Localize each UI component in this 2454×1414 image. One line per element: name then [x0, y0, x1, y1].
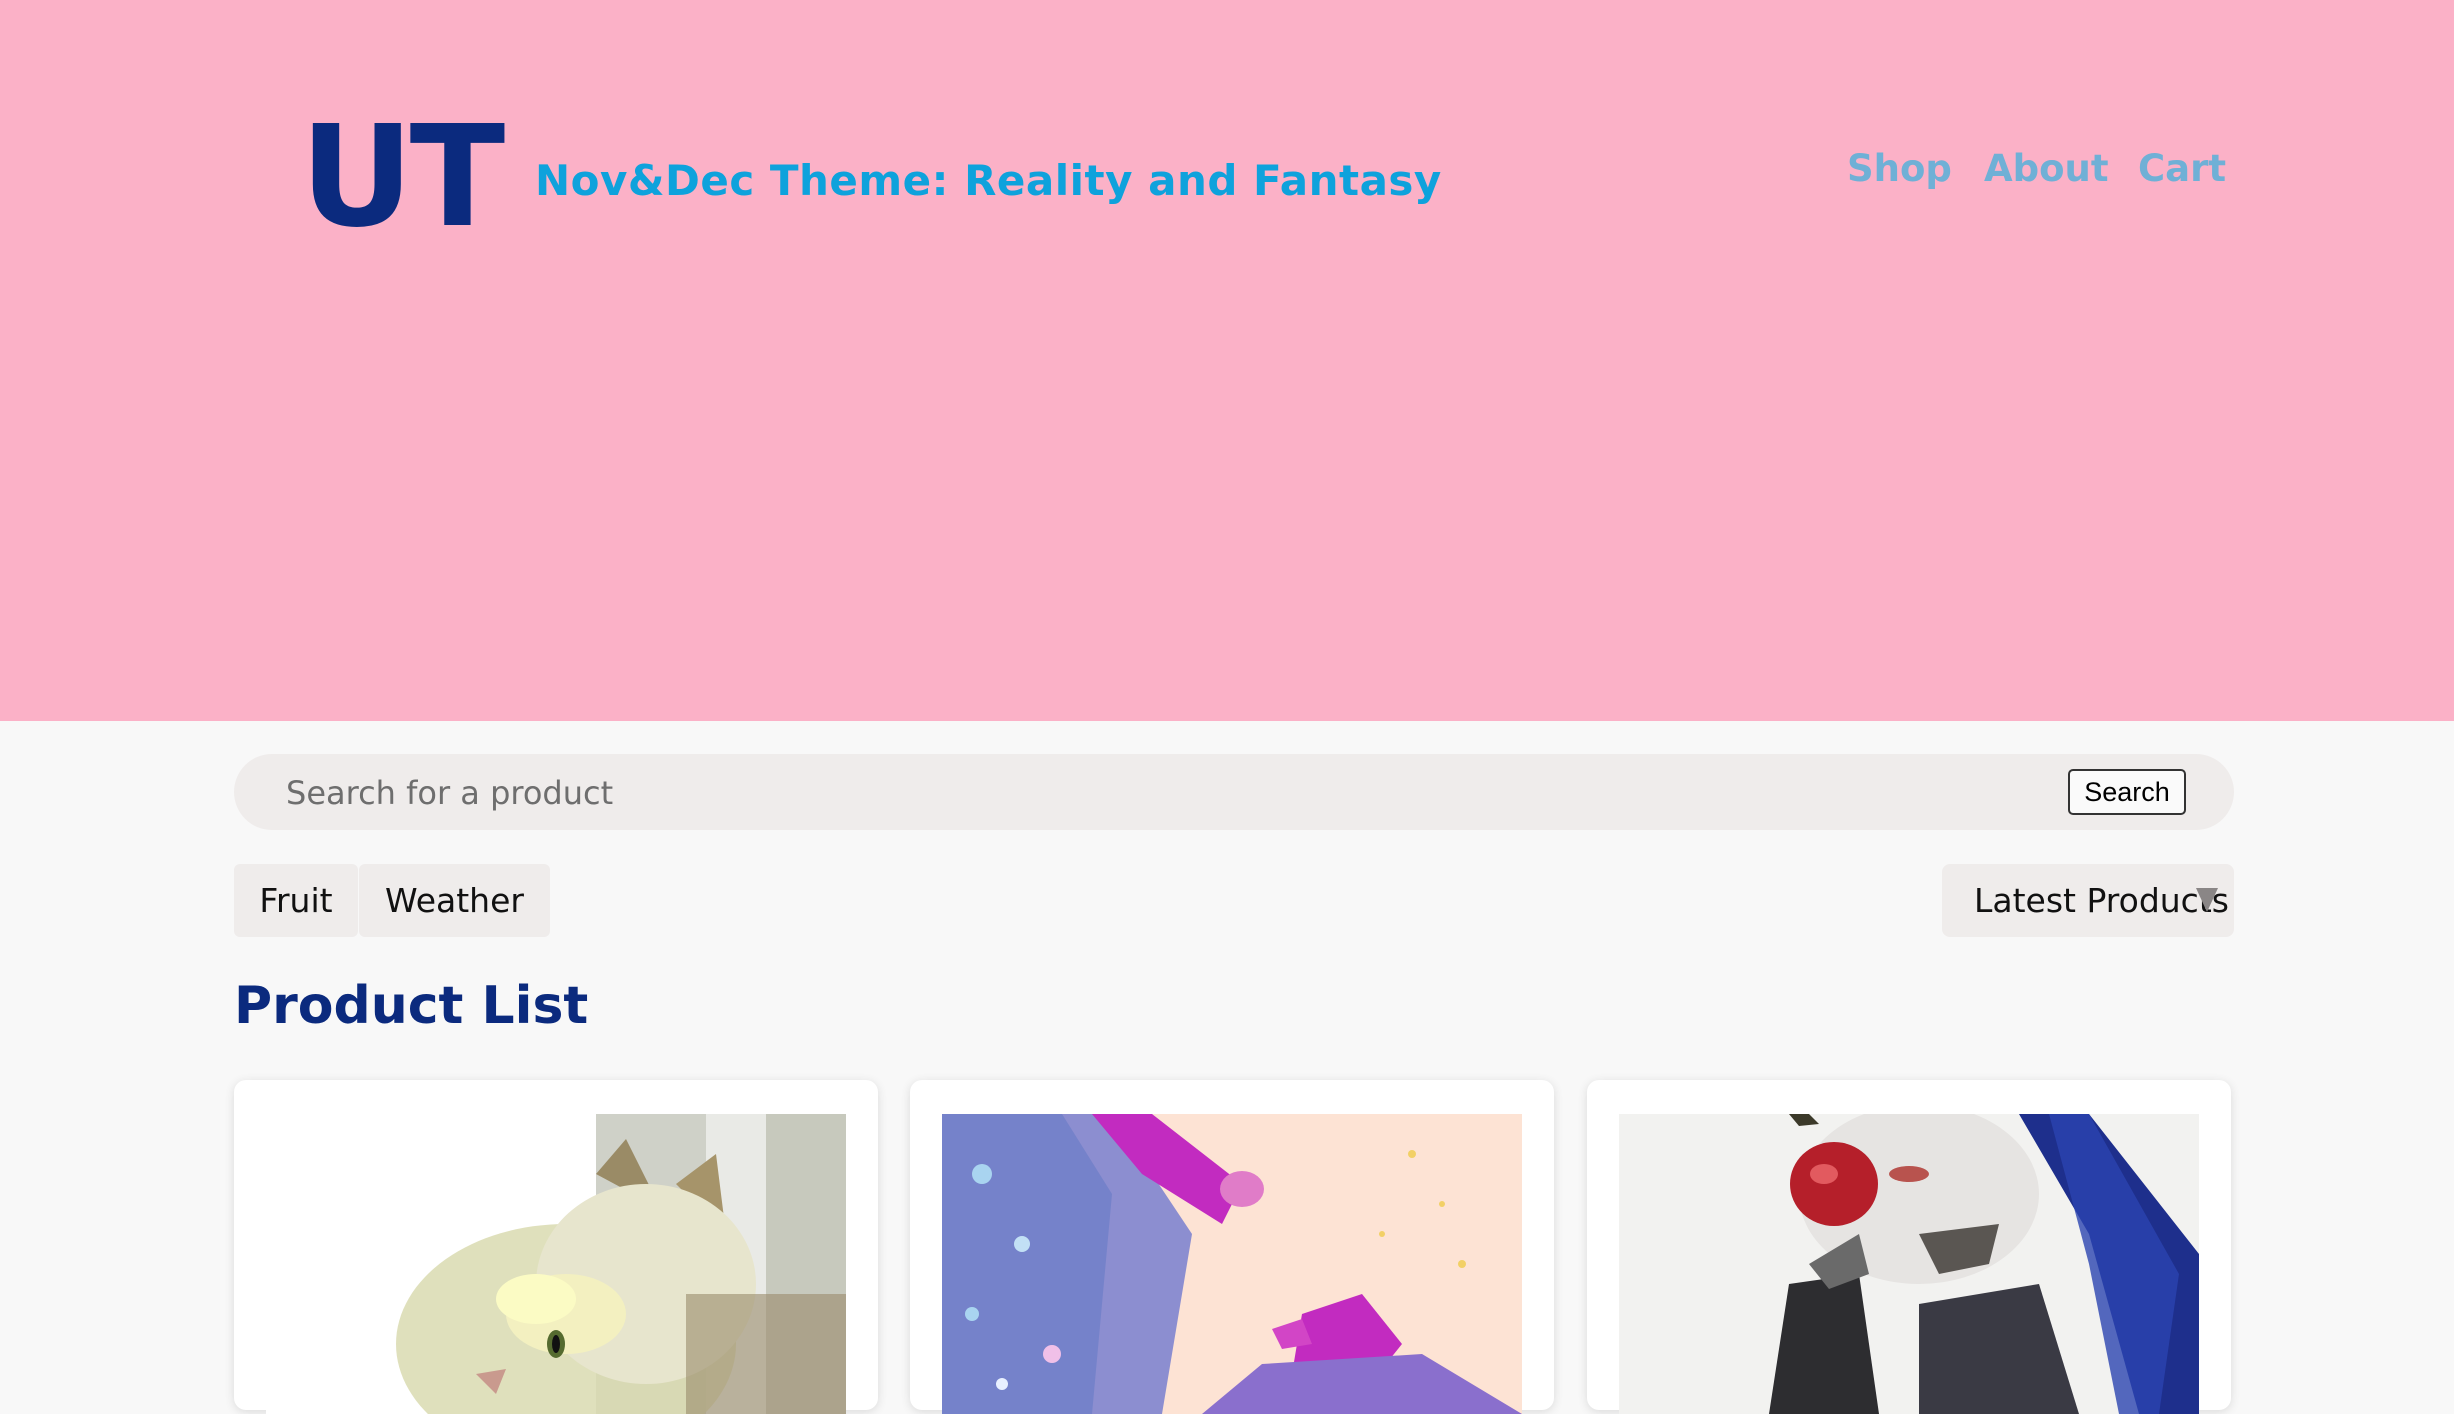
category-chip-weather[interactable]: Weather	[359, 864, 550, 937]
product-list-title: Product List	[234, 976, 589, 1036]
pink-figure-illustration-image	[942, 1114, 1522, 1414]
nav-cart-link[interactable]: Cart	[2138, 150, 2226, 187]
sort-dropdown[interactable]: Latest Products	[1942, 864, 2234, 937]
product-card[interactable]	[234, 1080, 878, 1414]
dropdown-arrow-icon	[2196, 888, 2218, 912]
product-card[interactable]	[1587, 1080, 2231, 1414]
search-button[interactable]: Search	[2068, 769, 2186, 815]
woman-apple-illustration-image	[1619, 1114, 2199, 1414]
search-bar: Search	[234, 754, 2234, 832]
hero-banner: UT Nov&Dec Theme: Reality and Fantasy Sh…	[0, 0, 2454, 721]
sort-selected-label: Latest Products	[1974, 881, 2229, 920]
nav-about-link[interactable]: About	[1984, 150, 2109, 187]
product-card[interactable]	[910, 1080, 1554, 1414]
nav-shop-link[interactable]: Shop	[1847, 150, 1952, 187]
search-input[interactable]	[284, 754, 1988, 832]
main-nav: Shop About Cart	[0, 150, 2454, 200]
cat-illustration-image	[266, 1114, 846, 1414]
category-chip-fruit[interactable]: Fruit	[234, 864, 358, 937]
